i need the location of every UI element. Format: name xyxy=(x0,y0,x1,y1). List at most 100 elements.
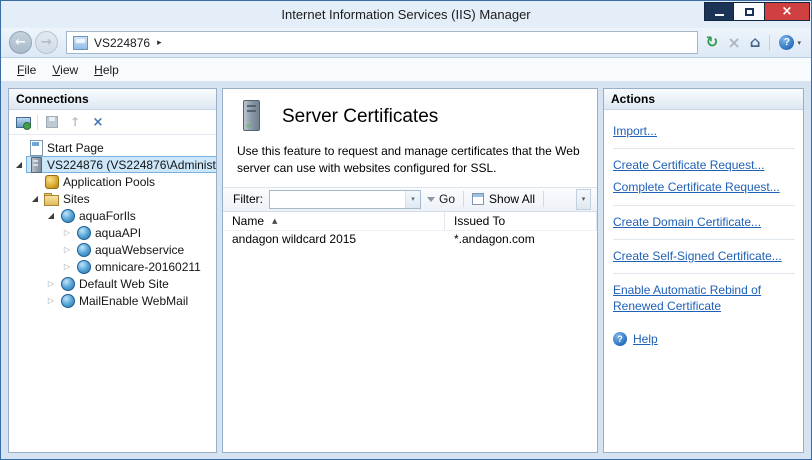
tree-item-vs224876-vs224876-administ[interactable]: ◢ VS224876 (VS224876\Administ xyxy=(9,156,216,173)
tree-node[interactable]: aquaAPI xyxy=(74,224,146,241)
tree-node[interactable]: Default Web Site xyxy=(58,275,174,292)
window-title: Internet Information Services (IIS) Mana… xyxy=(281,7,530,22)
action-create-certificate-request[interactable]: Create Certificate Request... xyxy=(613,154,795,176)
cell-issued-to: *.andagon.com xyxy=(445,232,597,246)
refresh-button[interactable]: ↻ xyxy=(706,35,719,50)
go-button[interactable]: Go xyxy=(427,192,455,206)
tree-expander-icon[interactable]: ▷ xyxy=(44,297,58,305)
connections-header: Connections xyxy=(9,89,216,110)
action-group: Create Domain Certificate... xyxy=(613,209,795,240)
tree-expander-icon[interactable]: ◢ xyxy=(12,161,26,169)
stop-button[interactable]: × xyxy=(727,35,740,51)
delete-connection-button[interactable]: × xyxy=(89,113,107,131)
help-button[interactable]: ? ▾ xyxy=(779,35,801,50)
column-header-issued-to[interactable]: Issued To xyxy=(445,212,597,230)
action-label: Create Certificate Request... xyxy=(613,157,764,173)
tree-item-omnicare-20160211[interactable]: ▷ omnicare-20160211 xyxy=(9,258,216,275)
chevron-right-icon[interactable]: ▸ xyxy=(157,38,162,48)
table-row[interactable]: andagon wildcard 2015*.andagon.com xyxy=(223,231,597,248)
filter-input[interactable] xyxy=(270,192,405,207)
tree-node[interactable]: Sites xyxy=(42,190,95,207)
home-button[interactable]: ⌂ xyxy=(750,35,761,50)
tree-item-aquaapi[interactable]: ▷ aquaAPI xyxy=(9,224,216,241)
menu-view[interactable]: View xyxy=(44,60,86,80)
filter-combo-arrow-icon[interactable]: ▾ xyxy=(405,191,420,208)
tree-item-application-pools[interactable]: Application Pools xyxy=(9,173,216,190)
maximize-button[interactable] xyxy=(734,2,764,21)
up-button[interactable]: ↑ xyxy=(66,113,84,131)
tree-node[interactable]: aquaForIls xyxy=(58,207,141,224)
cell-name: andagon wildcard 2015 xyxy=(223,232,445,246)
column-header-name[interactable]: Name ▲ xyxy=(223,212,445,230)
tree-item-label: Sites xyxy=(63,192,90,206)
minimize-button[interactable] xyxy=(704,2,734,21)
close-button[interactable]: × xyxy=(764,2,810,21)
tree-node[interactable]: MailEnable WebMail xyxy=(58,292,193,309)
action-create-self-signed-certificate[interactable]: Create Self-Signed Certificate... xyxy=(613,245,795,267)
tree-node[interactable]: omnicare-20160211 xyxy=(74,258,206,275)
tree-node[interactable]: Start Page xyxy=(26,139,109,156)
tree-expander-icon[interactable]: ▷ xyxy=(44,280,58,288)
breadcrumb-item[interactable]: VS224876 xyxy=(94,36,150,50)
create-connection-button[interactable] xyxy=(14,113,32,131)
action-group: ?Help xyxy=(613,326,795,356)
save-connections-button[interactable] xyxy=(43,113,61,131)
show-all-button[interactable]: Show All xyxy=(472,192,535,206)
tree-item-label: aquaAPI xyxy=(95,226,141,240)
certificates-table-body: andagon wildcard 2015*.andagon.com xyxy=(223,231,597,452)
toolbar-separator xyxy=(543,191,544,207)
toolbar-overflow-button[interactable]: ▾ xyxy=(576,189,591,210)
feature-panel: Server Certificates Use this feature to … xyxy=(222,88,598,453)
tree-item-label: Default Web Site xyxy=(79,277,169,291)
tree-expander-icon[interactable]: ▷ xyxy=(60,229,74,237)
application-pools-icon xyxy=(44,174,59,189)
forward-button[interactable]: → xyxy=(35,31,58,54)
page-title: Server Certificates xyxy=(282,106,438,128)
action-import[interactable]: Import... xyxy=(613,120,795,142)
tree-item-label: VS224876 (VS224876\Administ xyxy=(47,158,216,172)
filter-bar: Filter: ▾ Go Show All ▾ xyxy=(223,187,597,212)
tree-item-aquaforils[interactable]: ◢ aquaForIls xyxy=(9,207,216,224)
tree-node[interactable]: Application Pools xyxy=(42,173,160,190)
tree-item-sites[interactable]: ◢ Sites xyxy=(9,190,216,207)
action-group: Create Certificate Request... Complete Ce… xyxy=(613,152,795,205)
connections-toolbar: ↑ × xyxy=(9,110,216,135)
title-bar: Internet Information Services (IIS) Mana… xyxy=(1,1,811,28)
action-enable-automatic-rebind-of-renewed-certificate[interactable]: Enable Automatic Rebind of Renewed Certi… xyxy=(613,279,795,317)
back-button[interactable]: ← xyxy=(9,31,32,54)
actions-list: Import... Create Certificate Request... Co… xyxy=(604,110,803,366)
action-group: Enable Automatic Rebind of Renewed Certi… xyxy=(613,277,795,323)
tree-item-label: aquaWebservice xyxy=(95,243,184,257)
site-globe-icon xyxy=(60,293,75,308)
action-complete-certificate-request[interactable]: Complete Certificate Request... xyxy=(613,176,795,198)
action-create-domain-certificate[interactable]: Create Domain Certificate... xyxy=(613,211,795,233)
show-all-icon xyxy=(472,193,484,205)
tree-item-label: omnicare-20160211 xyxy=(95,260,201,274)
breadcrumb[interactable]: VS224876 ▸ xyxy=(66,31,698,54)
menu-bar: File View Help xyxy=(1,58,811,82)
tree-item-default-web-site[interactable]: ▷ Default Web Site xyxy=(9,275,216,292)
site-globe-icon xyxy=(60,276,75,291)
action-group: Create Self-Signed Certificate... xyxy=(613,243,795,274)
tree-expander-icon[interactable]: ▷ xyxy=(60,263,74,271)
close-icon: × xyxy=(782,5,793,18)
menu-file[interactable]: File xyxy=(9,60,44,80)
help-icon: ? xyxy=(779,35,794,50)
tree-expander-icon[interactable]: ◢ xyxy=(28,195,42,203)
filter-combo: ▾ xyxy=(269,190,421,209)
tree-item-start-page[interactable]: Start Page xyxy=(9,139,216,156)
tree-item-label: aquaForIls xyxy=(79,209,136,223)
sites-folder-icon xyxy=(44,191,59,206)
tree-item-mailenable-webmail[interactable]: ▷MailEnable WebMail xyxy=(9,292,216,309)
tree-expander-icon[interactable]: ▷ xyxy=(60,246,74,254)
action-help[interactable]: ?Help xyxy=(613,328,795,350)
menu-help[interactable]: Help xyxy=(86,60,127,80)
tree-node[interactable]: VS224876 (VS224876\Administ xyxy=(26,156,216,173)
tree-node[interactable]: aquaWebservice xyxy=(74,241,189,258)
server-icon xyxy=(28,157,43,172)
tree-expander-icon[interactable]: ◢ xyxy=(44,212,58,220)
filter-label: Filter: xyxy=(233,192,263,206)
forward-arrow-icon: → xyxy=(41,35,52,50)
tree-item-aquawebservice[interactable]: ▷ aquaWebservice xyxy=(9,241,216,258)
address-toolbar: ↻ × ⌂ ? ▾ xyxy=(706,35,801,51)
